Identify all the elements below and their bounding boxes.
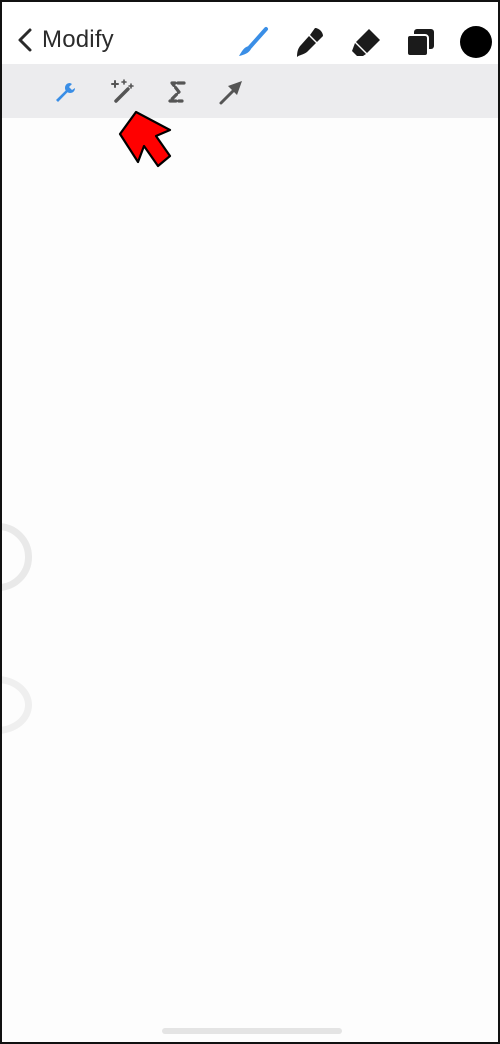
magic-wand-icon[interactable] bbox=[107, 77, 137, 107]
transform-arrow-icon[interactable] bbox=[216, 77, 246, 107]
chevron-left-icon bbox=[18, 28, 32, 52]
faded-sidebar-slider-handle bbox=[2, 676, 32, 734]
wrench-icon[interactable] bbox=[50, 77, 80, 107]
eraser-icon[interactable] bbox=[349, 25, 383, 59]
color-swatch[interactable] bbox=[460, 26, 492, 58]
app-frame: Modify bbox=[0, 0, 500, 1044]
layers-icon[interactable] bbox=[403, 25, 437, 59]
top-bar: Modify bbox=[2, 2, 498, 64]
brush-icon[interactable] bbox=[236, 25, 270, 59]
smudge-icon[interactable] bbox=[293, 25, 327, 59]
selection-icon[interactable] bbox=[162, 77, 192, 107]
back-label: Modify bbox=[42, 26, 114, 53]
back-button[interactable]: Modify bbox=[14, 22, 114, 58]
drawing-canvas[interactable] bbox=[2, 118, 498, 1042]
faded-sidebar-slider-handle bbox=[2, 523, 32, 591]
red-arrow-icon bbox=[118, 110, 172, 168]
home-indicator bbox=[162, 1028, 342, 1034]
